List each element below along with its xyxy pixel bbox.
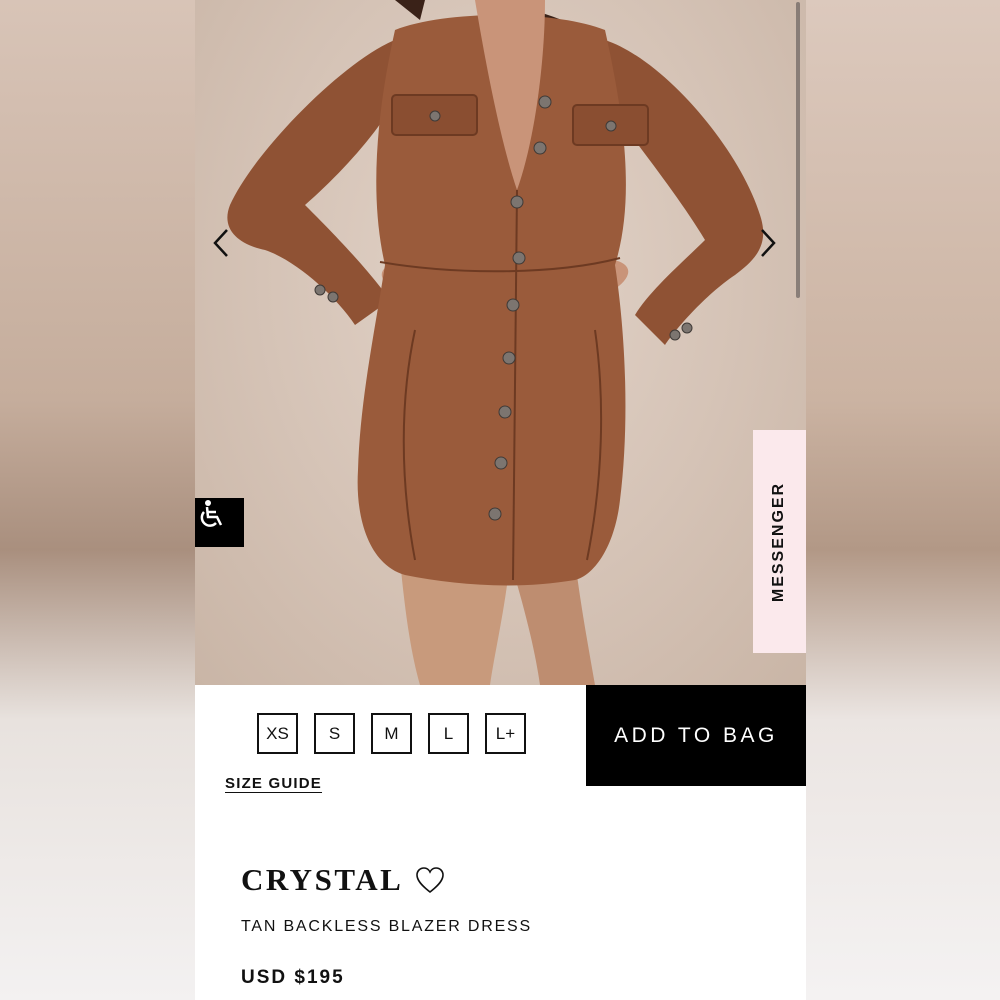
chevron-left-icon [213,229,228,257]
size-option-m[interactable]: M [371,713,412,754]
size-option-s[interactable]: S [314,713,355,754]
size-guide-link[interactable]: SIZE GUIDE [225,775,322,792]
product-name-row: CRYSTAL [241,862,445,898]
product-photo [227,0,764,685]
product-name: CRYSTAL [241,862,404,897]
size-option-xs[interactable]: XS [257,713,298,754]
chevron-right-icon [761,229,776,257]
accessibility-button[interactable] [195,498,244,547]
previous-image-button[interactable] [212,228,242,264]
product-page: MESSENGER XS S M L L+ SIZE GUIDE ADD TO … [195,0,806,1000]
messenger-label: MESSENGER [770,481,788,602]
heart-outline-icon[interactable] [415,866,445,894]
background-blur-left [0,0,195,1000]
product-subtitle: TAN BACKLESS BLAZER DRESS [241,918,532,935]
product-info: CRYSTAL TAN BACKLESS BLAZER DRESS USD $1… [195,810,806,1000]
size-options: XS S M L L+ [257,713,526,754]
wheelchair-icon [200,500,223,527]
size-option-l[interactable]: L [428,713,469,754]
gallery-scrollbar[interactable] [796,2,800,298]
size-option-l-plus[interactable]: L+ [485,713,526,754]
next-image-button[interactable] [759,228,789,264]
product-price: USD $195 [241,967,345,988]
product-image-gallery[interactable]: MESSENGER [195,0,806,685]
messenger-tab[interactable]: MESSENGER [753,430,806,653]
background-blur-right [806,0,1000,1000]
size-selector-bar: XS S M L L+ SIZE GUIDE ADD TO BAG [195,685,806,810]
add-to-bag-button[interactable]: ADD TO BAG [586,685,806,786]
